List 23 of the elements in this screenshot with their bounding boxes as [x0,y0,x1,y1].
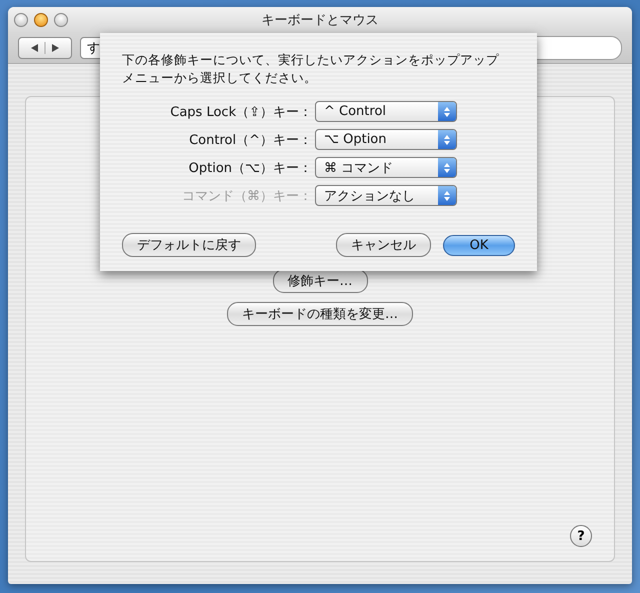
action-popup[interactable]: ⌘ コマンド [315,157,457,178]
zoom-button[interactable] [54,13,68,27]
sheet-message: 下の各修飾キーについて、実行したいアクションをポップアップメニューから選択してください。 [122,51,500,87]
popup-arrows-icon [438,186,456,205]
popup-arrows-icon [438,102,456,121]
keyboard-type-button[interactable]: キーボードの種類を変更… [227,302,413,326]
close-button[interactable] [14,13,28,27]
minimize-button[interactable] [34,13,48,27]
sheet-button[interactable]: キャンセル [336,233,431,257]
popup-arrows-icon [438,130,456,149]
popup-arrows-icon [438,158,456,177]
modifier-keys-button[interactable]: 修飾キー… [272,269,368,293]
back-forward-button[interactable] [18,37,72,59]
help-button[interactable]: ? [570,525,592,547]
action-popup[interactable]: ^ Control [315,101,457,122]
modifier-key-label: コマンド（⌘）キー： [181,188,312,204]
sheet-button[interactable]: デフォルトに戻す [122,233,256,257]
modifier-key-label: Control（^）キー： [188,132,312,148]
window-title: キーボードとマウス [262,12,378,29]
sheet-button[interactable]: OK [443,234,515,256]
modifier-key-label: Option（⌥）キー： [188,160,312,176]
action-popup[interactable]: ⌥ Option [315,129,457,150]
modifier-key-label: Caps Lock（⇪）キー： [169,104,312,120]
